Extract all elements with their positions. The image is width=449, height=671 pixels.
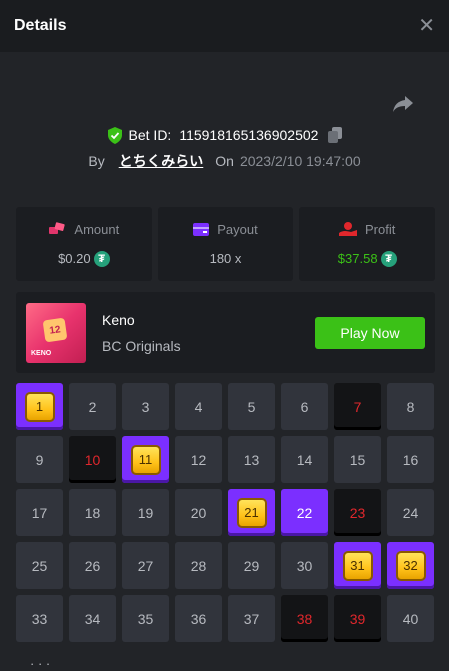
keno-cell-1[interactable]: 1 bbox=[16, 383, 63, 430]
keno-cell-15[interactable]: 15 bbox=[334, 436, 381, 483]
bet-id-row: Bet ID: 115918165136902502 bbox=[0, 124, 449, 146]
keno-grid: 1 2 3 4 5 6 7 8 9 10 11 12 13 14 15 16 17 18 19 20 21 22 23 24 2… bbox=[16, 383, 435, 642]
keno-thumb-label: KENO bbox=[31, 350, 52, 357]
keno-cell-12[interactable]: 12 bbox=[175, 436, 222, 483]
keno-cell-33[interactable]: 33 bbox=[16, 595, 63, 642]
keno-cell-22[interactable]: 22 bbox=[281, 489, 328, 536]
verified-shield-icon bbox=[107, 126, 122, 144]
profit-stat: Profit $37.58 ₮ bbox=[299, 207, 436, 281]
keno-cell-28[interactable]: 28 bbox=[175, 542, 222, 589]
details-title: Details bbox=[14, 17, 67, 34]
profit-icon bbox=[339, 222, 357, 236]
keno-cell-37[interactable]: 37 bbox=[228, 595, 275, 642]
bet-by-row: By とちくみらい On 2023/2/10 19:47:00 bbox=[0, 150, 449, 172]
keno-cell-34[interactable]: 34 bbox=[69, 595, 116, 642]
keno-cell-31[interactable]: 31 bbox=[334, 542, 381, 589]
tether-coin-icon: ₮ bbox=[380, 250, 397, 267]
keno-cell-39[interactable]: 39 bbox=[334, 595, 381, 642]
amount-label: Amount bbox=[74, 221, 120, 237]
keno-cell-4[interactable]: 4 bbox=[175, 383, 222, 430]
keno-cell-3[interactable]: 3 bbox=[122, 383, 169, 430]
keno-cell-13[interactable]: 13 bbox=[228, 436, 275, 483]
keno-cell-6[interactable]: 6 bbox=[281, 383, 328, 430]
keno-cell-26[interactable]: 26 bbox=[69, 542, 116, 589]
payout-stat: Payout 180 x bbox=[157, 207, 294, 281]
keno-cell-16[interactable]: 16 bbox=[387, 436, 434, 483]
hit-gem-icon: 11 bbox=[130, 444, 161, 475]
payout-value: 180 x bbox=[209, 251, 242, 266]
hit-gem-icon: 21 bbox=[236, 497, 267, 528]
keno-cell-8[interactable]: 8 bbox=[387, 383, 434, 430]
tether-coin-icon: ₮ bbox=[93, 250, 110, 267]
keno-cell-11[interactable]: 11 bbox=[122, 436, 169, 483]
keno-cell-20[interactable]: 20 bbox=[175, 489, 222, 536]
hit-gem-icon: 1 bbox=[24, 391, 55, 422]
profit-label: Profit bbox=[365, 221, 396, 237]
hit-gem-icon: 31 bbox=[342, 550, 373, 581]
keno-thumbnail[interactable]: 12 KENO bbox=[26, 303, 86, 363]
username-link[interactable]: とちくみらい bbox=[119, 151, 204, 171]
keno-cell-36[interactable]: 36 bbox=[175, 595, 222, 642]
keno-cell-5[interactable]: 5 bbox=[228, 383, 275, 430]
keno-cell-25[interactable]: 25 bbox=[16, 542, 63, 589]
close-icon[interactable]: ✕ bbox=[418, 16, 435, 36]
profit-value: $37.58 bbox=[337, 251, 378, 266]
keno-cell-2[interactable]: 2 bbox=[69, 383, 116, 430]
keno-cell-23[interactable]: 23 bbox=[334, 489, 381, 536]
keno-cell-21[interactable]: 21 bbox=[228, 489, 275, 536]
payout-icon bbox=[193, 223, 210, 236]
copy-icon[interactable] bbox=[328, 127, 343, 143]
share-icon[interactable] bbox=[392, 94, 414, 114]
keno-cell-10[interactable]: 10 bbox=[69, 436, 116, 483]
keno-thumb-tile: 12 bbox=[42, 317, 68, 343]
keno-cell-40[interactable]: 40 bbox=[387, 595, 434, 642]
bet-id-value: 115918165136902502 bbox=[179, 127, 319, 143]
bet-stats: Amount $0.20 ₮ Payout 180 x Profit $37.5… bbox=[16, 207, 436, 281]
keno-cell-35[interactable]: 35 bbox=[122, 595, 169, 642]
play-now-button[interactable]: Play Now bbox=[315, 317, 425, 349]
keno-cell-18[interactable]: 18 bbox=[69, 489, 116, 536]
hit-gem-icon: 32 bbox=[395, 550, 426, 581]
payout-label: Payout bbox=[217, 222, 258, 237]
keno-cell-19[interactable]: 19 bbox=[122, 489, 169, 536]
amount-icon bbox=[49, 222, 66, 234]
game-provider: BC Originals bbox=[102, 338, 181, 354]
keno-cell-38[interactable]: 38 bbox=[281, 595, 328, 642]
keno-cell-17[interactable]: 17 bbox=[16, 489, 63, 536]
amount-stat: Amount $0.20 ₮ bbox=[16, 207, 152, 281]
keno-cell-29[interactable]: 29 bbox=[228, 542, 275, 589]
game-card: 12 KENO Keno BC Originals Play Now bbox=[16, 292, 435, 373]
by-label: By bbox=[88, 153, 105, 169]
keno-cell-32[interactable]: 32 bbox=[387, 542, 434, 589]
keno-cell-14[interactable]: 14 bbox=[281, 436, 328, 483]
game-name: Keno bbox=[102, 312, 135, 328]
bet-time: 2023/2/10 19:47:00 bbox=[239, 153, 361, 169]
on-label: On bbox=[215, 153, 234, 169]
keno-cell-30[interactable]: 30 bbox=[281, 542, 328, 589]
amount-value: $0.20 bbox=[58, 251, 91, 266]
keno-cell-27[interactable]: 27 bbox=[122, 542, 169, 589]
bet-id-label: Bet ID: bbox=[128, 127, 172, 143]
keno-cell-24[interactable]: 24 bbox=[387, 489, 434, 536]
keno-cell-9[interactable]: 9 bbox=[16, 436, 63, 483]
keno-cell-7[interactable]: 7 bbox=[334, 383, 381, 430]
details-header: Details ✕ bbox=[0, 0, 449, 52]
